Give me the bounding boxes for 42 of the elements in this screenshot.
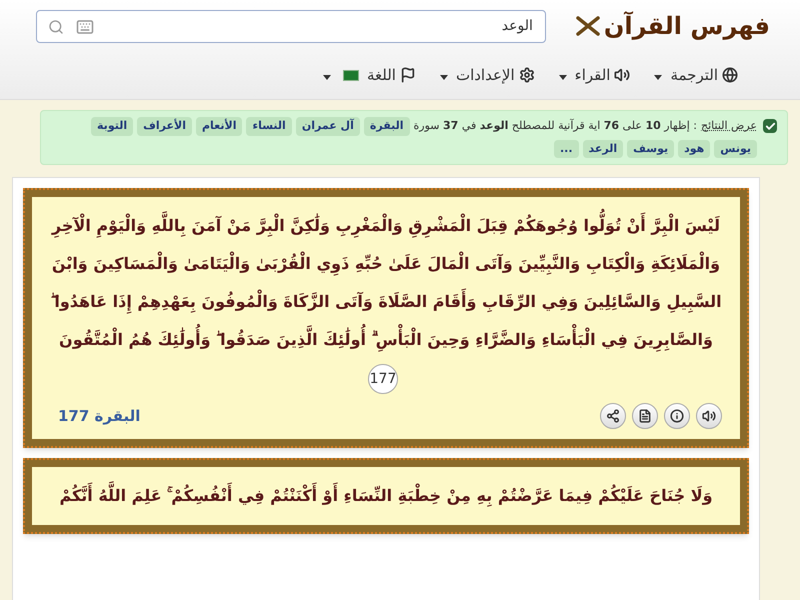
speaker-button[interactable]	[696, 403, 722, 429]
crossed-lines-icon	[576, 16, 600, 36]
surah-tag[interactable]: النساء	[246, 117, 292, 136]
search-field[interactable]: الوعد	[36, 10, 546, 42]
surah-tag[interactable]: الأعراف	[137, 117, 192, 136]
surah-tag[interactable]: يوسف	[627, 140, 674, 158]
flag-icon	[400, 67, 416, 84]
menu-dropdown[interactable]: القراء	[546, 56, 642, 94]
share-button[interactable]	[600, 403, 626, 429]
caret-icon	[440, 75, 448, 80]
caret-icon	[558, 75, 567, 80]
search-icon[interactable]	[48, 18, 64, 34]
flag-icon	[342, 70, 359, 81]
globe-icon	[722, 67, 738, 84]
verse-number: 177	[368, 364, 398, 394]
speaker-icon	[702, 409, 716, 423]
info-button[interactable]	[664, 403, 690, 429]
results-link[interactable]: عرض النتائج	[701, 118, 757, 134]
document-icon	[638, 409, 652, 423]
gear-icon	[518, 67, 535, 84]
document-button[interactable]	[632, 403, 658, 429]
caret-icon	[654, 75, 662, 80]
verse-reference-link[interactable]: البقرة 177	[58, 404, 140, 428]
surah-tag[interactable]: التوبة	[91, 117, 134, 136]
surah-tag[interactable]: يونس	[714, 140, 757, 158]
surah-tag[interactable]: ...	[554, 140, 579, 158]
menu-dropdown[interactable]: الإعدادات	[428, 56, 547, 94]
surah-tag[interactable]: البقرة	[364, 117, 410, 136]
menu-dropdown[interactable]: الترجمة	[642, 56, 750, 94]
surah-tag[interactable]: الرعد	[582, 140, 624, 158]
keyboard-icon[interactable]	[76, 18, 94, 36]
share-icon	[606, 409, 620, 423]
checkbox[interactable]	[763, 119, 777, 133]
speaker-icon	[614, 67, 630, 84]
surah-tag[interactable]: الأنعام	[196, 117, 242, 136]
site-logo: فهرس القرآن	[604, 10, 770, 42]
info-icon	[670, 409, 684, 423]
menu-dropdown[interactable]: اللغة	[310, 56, 428, 94]
verse-text: وَلَا جُنَاحَ عَلَيْكُمْ فِيمَا عَرَّضْتُمْ بِهِ مِنْ خِطْبَةِ النِّسَاءِ أَوْ أَكْنَنْتُمْ فِي أَنْفُسِكُمْ ۚ عَلِمَ اللَّهُ أَنَّكُمْ	[50, 477, 722, 515]
caret-icon	[322, 75, 331, 80]
surah-tag[interactable]: آل عمران	[296, 117, 360, 136]
surah-tag[interactable]: هود	[678, 140, 710, 158]
